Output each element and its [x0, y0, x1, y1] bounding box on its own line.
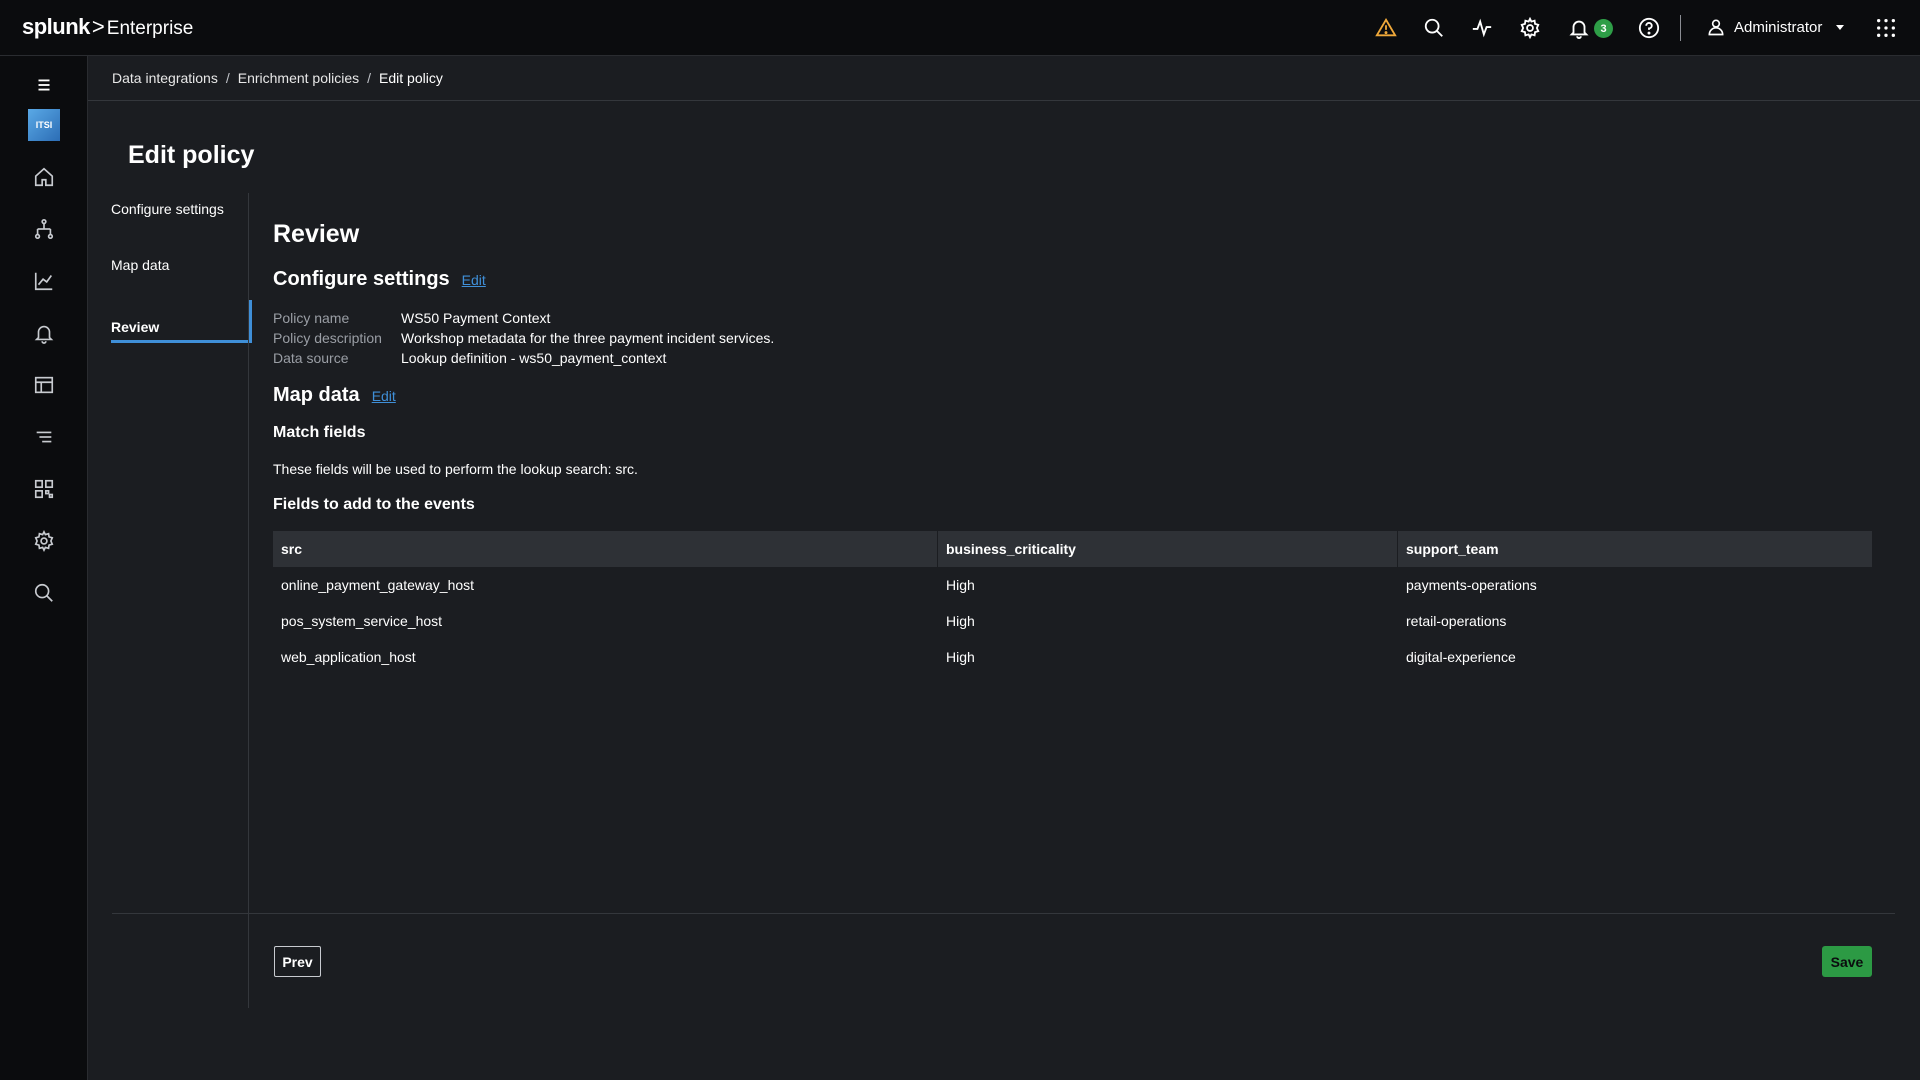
breadcrumb-current: Edit policy [379, 70, 443, 86]
analytics-icon[interactable] [31, 268, 57, 294]
breadcrumb-separator: / [367, 70, 372, 86]
data-source-row: Data source Lookup definition - ws50_pay… [273, 348, 774, 368]
cell-src: web_application_host [281, 649, 416, 665]
breadcrumb-data-integrations[interactable]: Data integrations [112, 70, 218, 86]
table-header: src business_criticality support_team [273, 531, 1872, 567]
search-icon[interactable] [1421, 15, 1447, 41]
footer-divider [112, 913, 1895, 914]
app-grid-icon[interactable] [1873, 15, 1899, 41]
product-name: Enterprise [106, 18, 194, 39]
cell-support-team: payments-operations [1406, 577, 1537, 593]
layout-icon[interactable] [31, 372, 57, 398]
user-menu[interactable]: Administrator [1706, 14, 1845, 40]
breadcrumb-enrichment-policies[interactable]: Enrichment policies [238, 70, 359, 86]
page-title: Edit policy [128, 141, 255, 169]
cell-support-team: digital-experience [1406, 649, 1516, 665]
data-source-value: Lookup definition - ws50_payment_context [401, 350, 667, 366]
breadcrumb: Data integrations / Enrichment policies … [112, 70, 443, 86]
policy-description-row: Policy description Workshop metadata for… [273, 328, 774, 348]
fields-table: src business_criticality support_team on… [273, 531, 1872, 675]
cell-src: pos_system_service_host [281, 613, 443, 629]
warning-icon[interactable] [1373, 15, 1399, 41]
user-name: Administrator [1734, 18, 1823, 36]
cell-src: online_payment_gateway_host [281, 577, 475, 593]
alerts-bell-icon[interactable] [31, 320, 57, 346]
match-fields-heading: Match fields [273, 424, 366, 441]
cell-business-criticality: High [946, 649, 975, 665]
itsi-app-logo[interactable]: ITSI [28, 109, 60, 141]
column-header-business-criticality: business_criticality [938, 531, 1398, 567]
policy-name-row: Policy name WS50 Payment Context [273, 308, 774, 328]
rail-search-icon[interactable] [31, 580, 57, 606]
settings-summary: Policy name WS50 Payment Context Policy … [273, 308, 774, 368]
step-map-data[interactable]: Map data [111, 257, 252, 273]
splunk-logo[interactable]: splunk> Enterprise [22, 14, 193, 40]
notification-badge[interactable]: 3 [1594, 19, 1613, 38]
fields-to-add-heading: Fields to add to the events [273, 496, 475, 513]
home-icon[interactable] [31, 164, 57, 190]
dashboard-grid-icon[interactable] [31, 476, 57, 502]
cell-business-criticality: High [946, 613, 975, 629]
activity-icon[interactable] [1469, 15, 1495, 41]
configure-settings-section: Configure settings Edit [273, 268, 486, 291]
map-data-heading: Map data [273, 384, 360, 406]
policy-description-value: Workshop metadata for the three payment … [401, 330, 775, 346]
table-row: pos_system_service_host High retail-oper… [273, 603, 1872, 639]
save-button[interactable]: Save [1822, 946, 1872, 977]
review-heading: Review [273, 220, 360, 248]
toolbar-divider [1680, 15, 1681, 41]
edit-configure-link[interactable]: Edit [462, 272, 486, 288]
prev-button[interactable]: Prev [274, 946, 321, 977]
top-bar: splunk> Enterprise 3 Administrator [0, 0, 1920, 56]
steps-divider [248, 193, 249, 1008]
service-tree-icon[interactable] [31, 216, 57, 242]
policy-name-value: WS50 Payment Context [401, 310, 551, 326]
settings-gear-icon[interactable] [31, 528, 57, 554]
configure-settings-heading: Configure settings [273, 268, 450, 290]
cell-business-criticality: High [946, 577, 975, 593]
step-review[interactable]: Review [111, 300, 252, 343]
filter-list-icon[interactable] [31, 424, 57, 450]
table-row: online_payment_gateway_host High payment… [273, 567, 1872, 603]
chevron-down-icon [1836, 24, 1845, 30]
edit-map-data-link[interactable]: Edit [372, 388, 396, 404]
menu-icon[interactable] [31, 72, 57, 98]
gear-icon[interactable] [1517, 15, 1543, 41]
match-fields-description: These fields will be used to perform the… [273, 461, 638, 477]
policy-description-label: Policy description [273, 330, 382, 346]
brand-separator: > [91, 14, 105, 39]
user-icon [1708, 19, 1724, 36]
column-header-src: src [273, 531, 938, 567]
step-configure-settings[interactable]: Configure settings [111, 201, 252, 217]
table-row: web_application_host High digital-experi… [273, 639, 1872, 675]
nav-rail: ITSI [0, 56, 88, 1080]
policy-name-label: Policy name [273, 310, 350, 326]
data-source-label: Data source [273, 350, 349, 366]
breadcrumb-divider [88, 100, 1920, 101]
bell-icon[interactable] [1566, 15, 1592, 41]
cell-support-team: retail-operations [1406, 613, 1507, 629]
brand-name: splunk [22, 14, 90, 39]
breadcrumb-separator: / [225, 70, 230, 86]
column-header-support-team: support_team [1406, 541, 1499, 557]
map-data-section: Map data Edit [273, 384, 396, 407]
help-icon[interactable] [1636, 15, 1662, 41]
